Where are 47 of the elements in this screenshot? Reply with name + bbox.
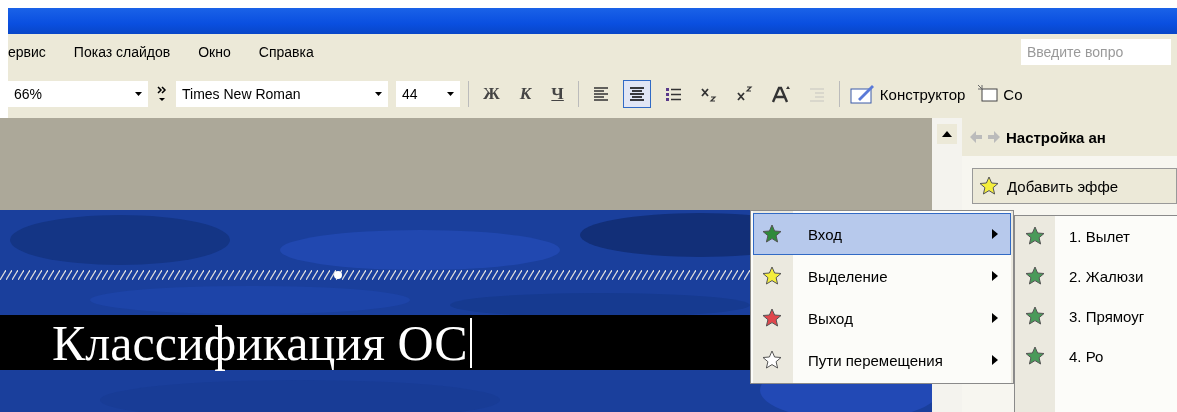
zoom-combo[interactable]: 66% xyxy=(8,81,148,107)
menu-item[interactable]: 3. Прямоуг xyxy=(1015,296,1177,336)
font-size-combo[interactable]: 44 xyxy=(396,81,460,107)
menu-item[interactable]: Справка xyxy=(258,44,314,60)
star-icon xyxy=(1025,346,1045,366)
designer-button[interactable]: Конструктор xyxy=(847,81,968,107)
superscript-icon xyxy=(736,86,753,101)
menu-item[interactable]: 2. Жалюзи xyxy=(1015,256,1177,296)
task-pane-title: Настройка ан xyxy=(1006,128,1106,146)
menu-item[interactable]: Пути перемещения xyxy=(753,339,1011,381)
star-icon xyxy=(1025,266,1045,286)
menu-item[interactable]: Окно xyxy=(198,44,231,60)
submenu-arrow-icon xyxy=(992,229,998,239)
star-icon xyxy=(1025,306,1045,326)
grow-font-icon xyxy=(771,86,790,104)
toolbar-overflow-icon[interactable] xyxy=(156,84,168,104)
bold-button[interactable]: Ж xyxy=(477,82,506,106)
toolbar-button[interactable] xyxy=(622,80,651,108)
menu-item[interactable]: Показ слайдов xyxy=(73,44,171,60)
new-slide-button[interactable]: Со xyxy=(975,82,1025,106)
menu-item[interactable]: 1. Вылет xyxy=(1015,216,1177,256)
submenu-arrow-icon xyxy=(992,313,998,323)
dropdown-arrow-icon[interactable] xyxy=(375,92,382,96)
scroll-up-button[interactable] xyxy=(937,124,957,144)
underline-button[interactable]: Ч xyxy=(545,82,570,106)
bullet-list-icon xyxy=(665,88,682,101)
menu-item[interactable]: 4. Ро xyxy=(1015,336,1177,376)
add-effect-button[interactable]: Добавить эффе xyxy=(972,168,1177,204)
star-icon xyxy=(979,176,999,196)
menu-item[interactable]: ервис xyxy=(8,44,46,60)
submenu-arrow-icon xyxy=(992,355,998,365)
help-search-field[interactable]: Введите вопро xyxy=(1021,39,1171,65)
align-center-icon xyxy=(629,87,645,101)
dropdown-arrow-icon[interactable] xyxy=(135,92,142,96)
up-arrow-icon xyxy=(942,131,952,137)
new-slide-icon xyxy=(977,84,1000,104)
italic-button[interactable]: К xyxy=(513,82,538,106)
menu-item[interactable]: Вход xyxy=(753,213,1011,255)
font-combo[interactable]: Times New Roman xyxy=(176,81,388,107)
menu-item[interactable]: Выделение xyxy=(753,255,1011,297)
submenu-arrow-icon xyxy=(992,271,998,281)
star-icon xyxy=(1025,226,1045,246)
menu-item[interactable]: Выход xyxy=(753,297,1011,339)
subscript-icon xyxy=(700,88,717,102)
pen-icon xyxy=(849,83,876,105)
dropdown-arrow-icon[interactable] xyxy=(447,92,454,96)
align-left-icon xyxy=(593,87,609,101)
